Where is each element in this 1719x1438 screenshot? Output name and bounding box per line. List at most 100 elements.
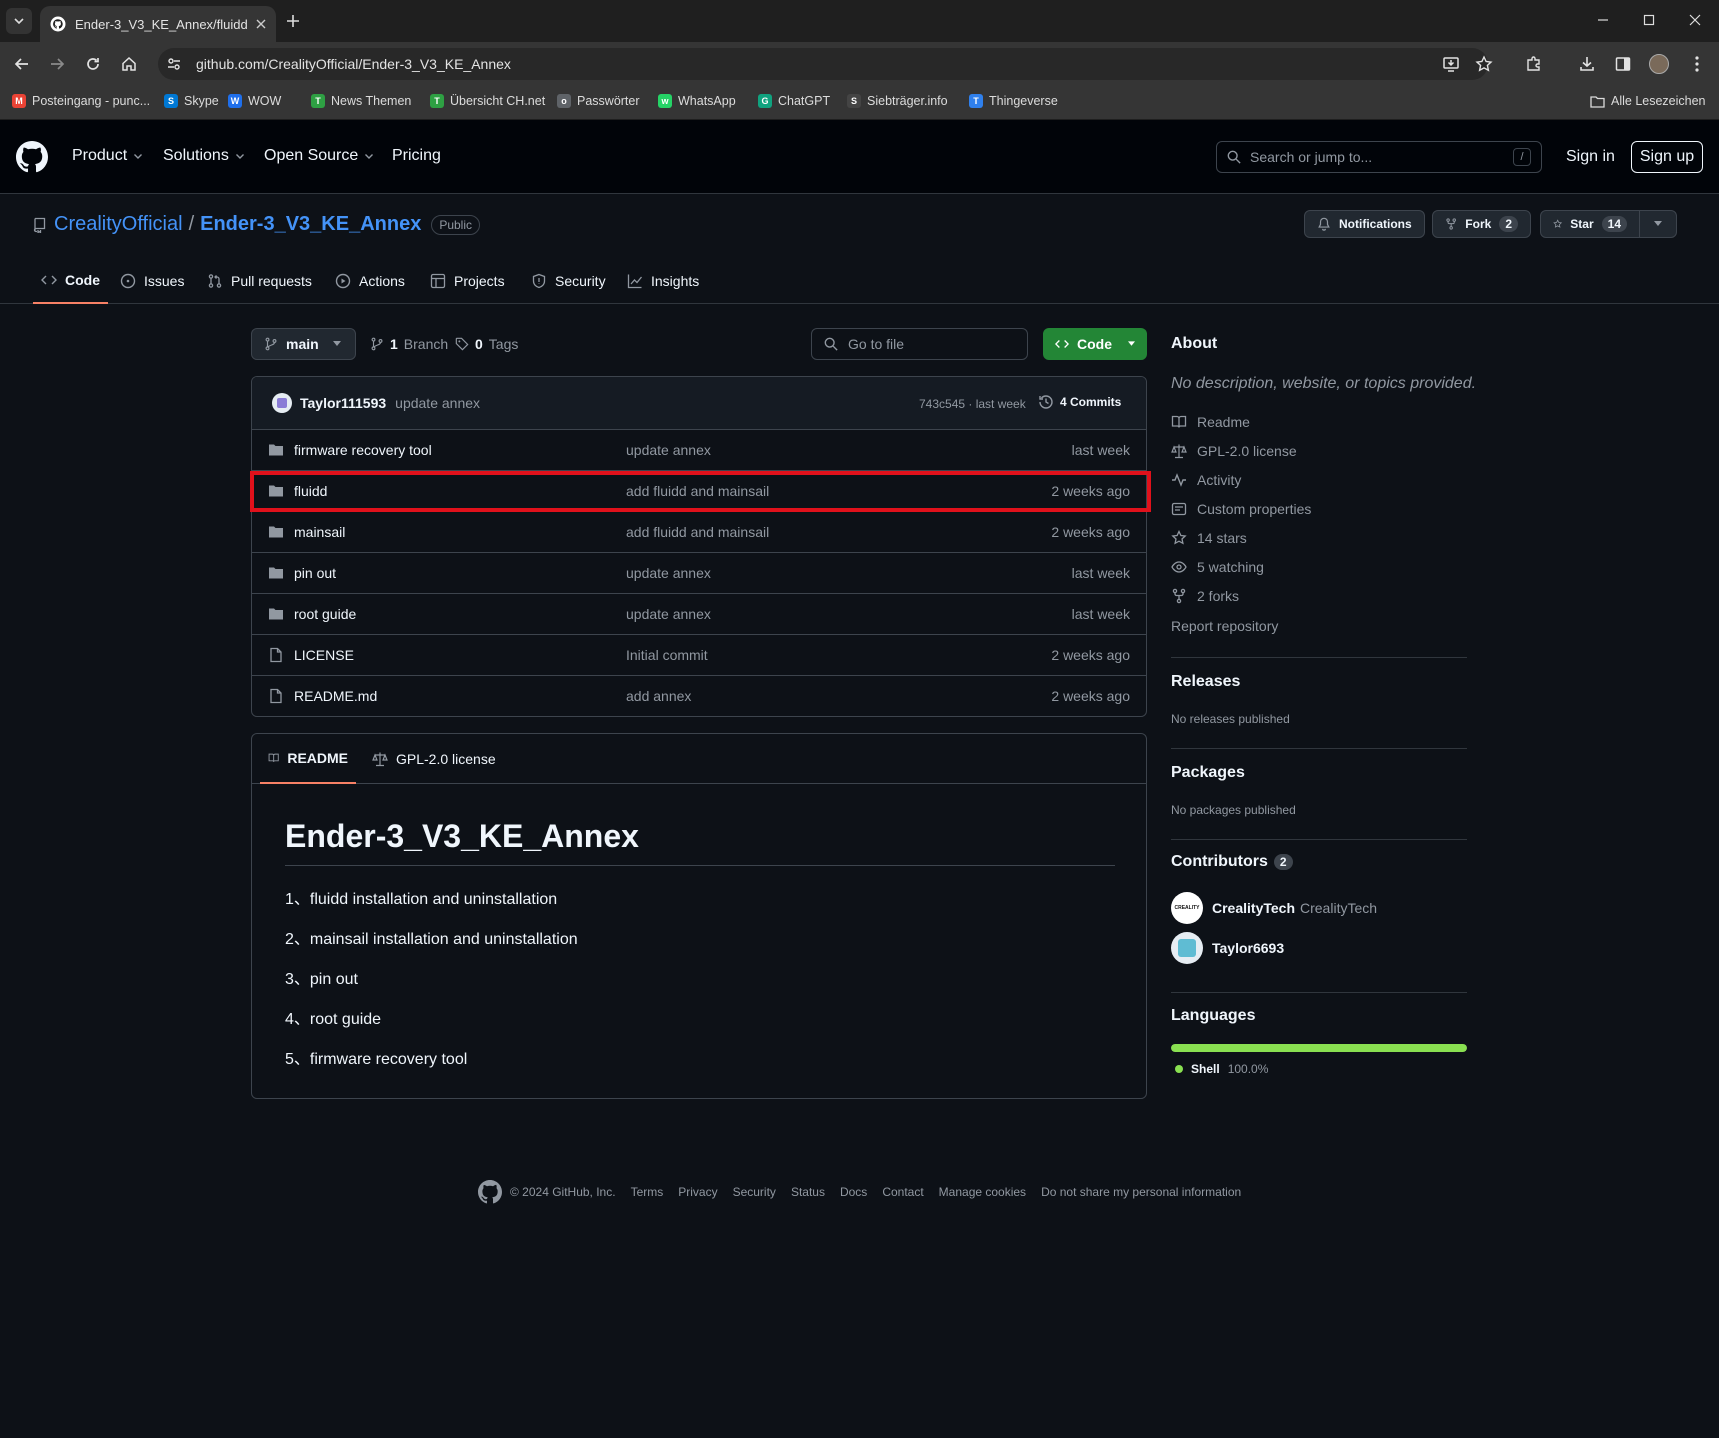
file-commit-message-link[interactable]: add fluidd and mainsail	[626, 483, 769, 499]
footer-link-privacy[interactable]: Privacy	[678, 1185, 717, 1199]
site-settings-icon[interactable]	[166, 56, 182, 72]
footer-link-status[interactable]: Status	[791, 1185, 825, 1199]
file-name-link[interactable]: LICENSE	[294, 647, 354, 663]
tags-link[interactable]: 0 Tags	[455, 336, 518, 352]
report-repository-link[interactable]: Report repository	[1171, 618, 1278, 634]
tab-actions[interactable]: Actions	[327, 258, 413, 304]
tab-search-button[interactable]	[6, 8, 32, 34]
file-name-link[interactable]: fluidd	[294, 483, 327, 499]
contributor-crealitytech[interactable]: CREALITY CrealityTech CrealityTech	[1171, 892, 1377, 924]
watching-link[interactable]: 5 watching	[1171, 559, 1264, 575]
bookmark-star-button[interactable]	[1473, 53, 1495, 75]
footer-link-terms[interactable]: Terms	[631, 1185, 664, 1199]
home-button[interactable]	[116, 51, 142, 77]
file-commit-message-link[interactable]: Initial commit	[626, 647, 708, 663]
nav-open-source[interactable]: Open Source	[264, 147, 374, 165]
forward-button[interactable]	[44, 51, 70, 77]
repo-name-link[interactable]: Ender-3_V3_KE_Annex	[200, 213, 421, 236]
file-name-link[interactable]: mainsail	[294, 524, 345, 540]
extensions-button[interactable]	[1523, 53, 1545, 75]
file-commit-message-link[interactable]: update annex	[626, 565, 711, 581]
bookmark-siebtr-ger-info[interactable]: S Siebträger.info	[847, 94, 948, 108]
language-shell[interactable]: Shell 100.0%	[1175, 1062, 1268, 1076]
downloads-button[interactable]	[1576, 53, 1598, 75]
profile-button[interactable]	[1648, 53, 1670, 75]
notifications-button[interactable]: Notifications	[1304, 210, 1425, 238]
new-tab-button[interactable]	[282, 10, 304, 32]
repo-owner-link[interactable]: CrealityOfficial	[54, 213, 183, 236]
footer-link-do-not-share-my-personal-information[interactable]: Do not share my personal information	[1041, 1185, 1241, 1199]
branches-link[interactable]: 1 Branch	[370, 336, 448, 352]
tab-pull-requests[interactable]: Pull requests	[199, 258, 320, 304]
bookmark-wow[interactable]: W WOW	[228, 94, 281, 108]
tab-issues[interactable]: Issues	[112, 258, 192, 304]
address-url[interactable]: github.com/CrealityOfficial/Ender-3_V3_K…	[196, 56, 511, 72]
file-commit-message-link[interactable]: update annex	[626, 606, 711, 622]
minimize-button[interactable]	[1588, 8, 1618, 32]
back-button[interactable]	[9, 51, 35, 77]
footer-link-manage-cookies[interactable]: Manage cookies	[939, 1185, 1026, 1199]
commit-message-link[interactable]: update annex	[395, 395, 480, 411]
browser-tab-active[interactable]: Ender-3_V3_KE_Annex/fluidd/fluidd	[40, 6, 276, 42]
bookmark-whatsapp[interactable]: w WhatsApp	[658, 94, 736, 108]
bookmark-chatgpt[interactable]: G ChatGPT	[758, 94, 830, 108]
table-row[interactable]: pin out update annex last week	[252, 553, 1146, 594]
side-panel-button[interactable]	[1612, 53, 1634, 75]
go-to-file-input[interactable]: Go to file	[811, 328, 1028, 360]
contributor-taylor6693[interactable]: Taylor6693	[1171, 932, 1284, 964]
bookmark-bersicht-ch-net[interactable]: T Übersicht CH.net	[430, 94, 545, 108]
table-row[interactable]: firmware recovery tool update annex last w…	[252, 430, 1146, 471]
table-row[interactable]: README.md add annex 2 weeks ago	[252, 676, 1146, 716]
star-button[interactable]: Star 14	[1540, 210, 1640, 238]
tab-readme[interactable]: README	[260, 734, 356, 784]
table-row[interactable]: mainsail add fluidd and mainsail 2 weeks a…	[252, 512, 1146, 553]
file-name-link[interactable]: root guide	[294, 606, 356, 622]
bookmark-posteingang-punc[interactable]: M Posteingang - punc...	[12, 94, 150, 108]
releases-heading[interactable]: Releases	[1171, 673, 1240, 691]
tab-insights[interactable]: Insights	[619, 258, 707, 304]
author-avatar[interactable]	[272, 393, 292, 413]
packages-heading[interactable]: Packages	[1171, 764, 1245, 782]
sign-in-link[interactable]: Sign in	[1566, 148, 1615, 166]
file-name-link[interactable]: pin out	[294, 565, 336, 581]
bookmark-passw-rter[interactable]: o Passwörter	[557, 94, 640, 108]
close-window-button[interactable]	[1680, 8, 1710, 32]
file-commit-message-link[interactable]: add fluidd and mainsail	[626, 524, 769, 540]
github-mark-icon[interactable]	[478, 1180, 502, 1204]
github-logo-icon[interactable]	[16, 141, 48, 173]
fork-button[interactable]: Fork 2	[1432, 210, 1531, 238]
tab-projects[interactable]: Projects	[422, 258, 513, 304]
all-bookmarks[interactable]: Alle Lesezeichen	[1590, 94, 1706, 108]
table-row[interactable]: root guide update annex last week	[252, 594, 1146, 635]
maximize-button[interactable]	[1634, 8, 1664, 32]
address-bar[interactable]: github.com/CrealityOfficial/Ender-3_V3_K…	[158, 48, 1488, 80]
readme-link[interactable]: Readme	[1171, 414, 1250, 430]
tab-license[interactable]: GPL-2.0 license	[364, 734, 504, 784]
bookmark-news-themen[interactable]: T News Themen	[311, 94, 411, 108]
stars-link[interactable]: 14 stars	[1171, 530, 1247, 546]
commit-hash-time[interactable]: 743c545 · last week	[919, 397, 1026, 411]
search-input[interactable]: Search or jump to... /	[1216, 141, 1542, 173]
commits-history-link[interactable]: 4 Commits	[1038, 394, 1121, 410]
footer-link-contact[interactable]: Contact	[882, 1185, 923, 1199]
forks-link[interactable]: 2 forks	[1171, 588, 1239, 604]
table-row[interactable]: fluidd add fluidd and mainsail 2 weeks ago	[252, 471, 1146, 512]
tab-security[interactable]: Security	[523, 258, 614, 304]
reload-button[interactable]	[80, 51, 106, 77]
file-name-link[interactable]: README.md	[294, 688, 377, 704]
license-link[interactable]: GPL-2.0 license	[1171, 443, 1297, 459]
bookmark-thingeverse[interactable]: T Thingeverse	[969, 94, 1058, 108]
tab-code[interactable]: Code	[33, 258, 108, 304]
commit-author-link[interactable]: Taylor111593	[300, 395, 386, 411]
activity-link[interactable]: Activity	[1171, 472, 1241, 488]
branch-selector[interactable]: main	[251, 328, 356, 360]
sign-up-button[interactable]: Sign up	[1631, 141, 1703, 173]
file-commit-message-link[interactable]: add annex	[626, 688, 691, 704]
bookmark-skype[interactable]: S Skype	[164, 94, 219, 108]
file-name-link[interactable]: firmware recovery tool	[294, 442, 432, 458]
footer-link-security[interactable]: Security	[733, 1185, 776, 1199]
nav-pricing[interactable]: Pricing	[392, 147, 441, 165]
table-row[interactable]: LICENSE Initial commit 2 weeks ago	[252, 635, 1146, 676]
code-dropdown-button[interactable]: Code	[1043, 328, 1147, 360]
custom-properties-link[interactable]: Custom properties	[1171, 501, 1311, 517]
